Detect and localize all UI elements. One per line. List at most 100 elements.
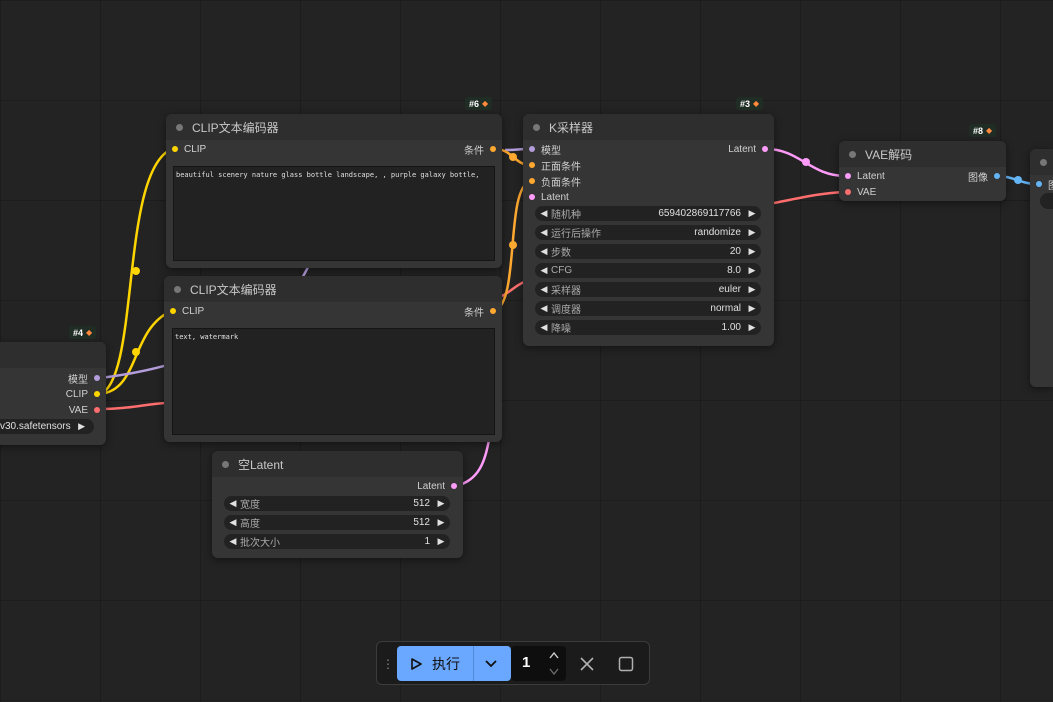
height-widget[interactable]: ◀ 高度 512 ▶ [224, 515, 450, 530]
arrow-right-icon[interactable]: ▶ [747, 208, 757, 219]
ksampler-node[interactable]: K采样器 模型 正面条件 负面条件 Latent Latent ◀ 随机种 65… [523, 114, 774, 346]
widget-toggle[interactable] [1040, 193, 1053, 209]
clip-text-encoder-positive-node[interactable]: CLIP文本编码器 CLIP 条件 beautiful scenery natu… [166, 114, 502, 268]
checkpoint-loader-node[interactable]: 模型 CLIP VAE v30.safetensors ▶ [0, 342, 106, 445]
latent-socket-icon[interactable] [529, 194, 535, 200]
image-socket-icon[interactable] [1036, 181, 1042, 187]
arrow-left-icon[interactable]: ◀ [228, 536, 238, 547]
arrow-right-icon[interactable]: ▶ [436, 536, 446, 547]
output-slot-vae[interactable]: VAE [69, 403, 100, 417]
node-title-bar[interactable]: 空Latent [212, 451, 463, 477]
arrow-right-icon[interactable]: ▶ [747, 284, 757, 295]
latent-socket-icon[interactable] [451, 483, 457, 489]
model-socket-icon[interactable] [94, 375, 100, 381]
node-title: 空Latent [238, 457, 284, 472]
clip-socket-icon[interactable] [94, 391, 100, 397]
node-title-bar[interactable]: K采样器 [523, 114, 774, 140]
save-image-node[interactable]: 图 [1030, 149, 1053, 387]
input-slot-model[interactable]: 模型 [529, 142, 561, 157]
conditioning-socket-icon[interactable] [490, 146, 496, 152]
collapse-dot-icon[interactable] [176, 123, 183, 131]
node-badge: #4 ◆ [69, 326, 97, 339]
node-title-bar[interactable]: CLIP文本编码器 [164, 276, 502, 302]
latent-socket-icon[interactable] [762, 146, 768, 152]
arrow-left-icon[interactable]: ◀ [539, 322, 549, 333]
conditioning-socket-icon[interactable] [529, 162, 535, 168]
output-slot-conditioning[interactable]: 条件 [464, 142, 496, 157]
output-slot-latent[interactable]: Latent [728, 142, 768, 156]
node-title-bar[interactable]: CLIP文本编码器 [166, 114, 502, 140]
arrow-right-icon[interactable]: ▶ [747, 265, 757, 276]
input-slot-positive[interactable]: 正面条件 [529, 158, 581, 173]
badge-id: #8 [973, 125, 984, 136]
batch-size-widget[interactable]: ◀ 批次大小 1 ▶ [224, 534, 450, 549]
output-slot-clip[interactable]: CLIP [66, 387, 100, 401]
arrow-right-icon[interactable]: ▶ [747, 246, 757, 257]
input-slot-image[interactable]: 图 [1036, 177, 1053, 192]
arrow-left-icon[interactable]: ◀ [539, 208, 549, 219]
clip-text-encoder-negative-node[interactable]: CLIP文本编码器 CLIP 条件 text, watermark [164, 276, 502, 442]
output-slot-conditioning[interactable]: 条件 [464, 304, 496, 319]
conditioning-socket-icon[interactable] [490, 308, 496, 314]
arrow-right-icon[interactable]: ▶ [747, 303, 757, 314]
collapse-dot-icon[interactable] [222, 460, 229, 468]
chevron-down-icon[interactable] [549, 668, 559, 675]
arrow-left-icon[interactable]: ◀ [539, 246, 549, 257]
arrow-right-icon[interactable]: ▶ [747, 227, 757, 238]
arrow-left-icon[interactable]: ◀ [228, 517, 238, 528]
prompt-textarea[interactable]: text, watermark [172, 328, 495, 435]
model-socket-icon[interactable] [529, 146, 535, 152]
output-slot-model[interactable]: 模型 [68, 371, 100, 386]
clip-socket-icon[interactable] [170, 308, 176, 314]
collapse-dot-icon[interactable] [174, 285, 181, 293]
sampler-widget[interactable]: ◀ 采样器 euler ▶ [535, 282, 761, 297]
vae-socket-icon[interactable] [845, 189, 851, 195]
node-title-bar[interactable] [1030, 149, 1053, 175]
scheduler-widget[interactable]: ◀ 调度器 normal ▶ [535, 301, 761, 316]
input-slot-negative[interactable]: 负面条件 [529, 174, 581, 189]
wire-latent-midpoint [802, 158, 810, 166]
output-slot-image[interactable]: 图像 [968, 169, 1000, 184]
vae-socket-icon[interactable] [94, 407, 100, 413]
control-after-generate-widget[interactable]: ◀ 运行后操作 randomize ▶ [535, 225, 761, 240]
collapse-dot-icon[interactable] [849, 150, 856, 158]
seed-widget[interactable]: ◀ 随机种 659402869117766 ▶ [535, 206, 761, 221]
close-icon[interactable] [580, 657, 594, 671]
denoise-widget[interactable]: ◀ 降噪 1.00 ▶ [535, 320, 761, 335]
arrow-right-icon[interactable]: ▶ [747, 322, 757, 333]
chevron-down-icon[interactable] [484, 659, 498, 669]
arrow-right-icon[interactable]: ▶ [77, 421, 87, 432]
arrow-right-icon[interactable]: ▶ [436, 498, 446, 509]
latent-socket-icon[interactable] [845, 173, 851, 179]
width-widget[interactable]: ◀ 宽度 512 ▶ [224, 496, 450, 511]
input-slot-clip[interactable]: CLIP [172, 142, 206, 156]
arrow-left-icon[interactable]: ◀ [539, 227, 549, 238]
ckpt-name-combo[interactable]: v30.safetensors ▶ [0, 419, 94, 434]
image-socket-icon[interactable] [994, 173, 1000, 179]
arrow-right-icon[interactable]: ▶ [436, 517, 446, 528]
collapse-dot-icon[interactable] [533, 123, 540, 131]
run-button[interactable]: 执行 [397, 646, 511, 681]
steps-widget[interactable]: ◀ 步数 20 ▶ [535, 244, 761, 259]
chevron-up-icon[interactable] [549, 652, 559, 659]
node-title-bar[interactable]: VAE解码 [839, 141, 1006, 167]
vae-decode-node[interactable]: VAE解码 Latent VAE 图像 [839, 141, 1006, 201]
stop-icon[interactable] [618, 656, 634, 672]
arrow-left-icon[interactable]: ◀ [228, 498, 238, 509]
conditioning-socket-icon[interactable] [529, 178, 535, 184]
cfg-widget[interactable]: ◀ CFG 8.0 ▶ [535, 263, 761, 278]
input-slot-clip[interactable]: CLIP [170, 304, 204, 318]
clip-socket-icon[interactable] [172, 146, 178, 152]
arrow-left-icon[interactable]: ◀ [539, 303, 549, 314]
collapse-dot-icon[interactable] [1040, 158, 1047, 166]
batch-count-stepper[interactable]: 1 [511, 646, 566, 681]
arrow-left-icon[interactable]: ◀ [539, 284, 549, 295]
input-slot-vae[interactable]: VAE [845, 185, 876, 199]
output-slot-latent[interactable]: Latent [417, 479, 457, 493]
arrow-left-icon[interactable]: ◀ [539, 265, 549, 276]
input-slot-latent[interactable]: Latent [529, 190, 569, 204]
prompt-textarea[interactable]: beautiful scenery nature glass bottle la… [173, 166, 495, 261]
empty-latent-node[interactable]: 空Latent Latent ◀ 宽度 512 ▶ ◀ 高度 512 ▶ ◀ 批… [212, 451, 463, 558]
node-title-bar[interactable] [0, 342, 106, 368]
input-slot-latent[interactable]: Latent [845, 169, 885, 183]
